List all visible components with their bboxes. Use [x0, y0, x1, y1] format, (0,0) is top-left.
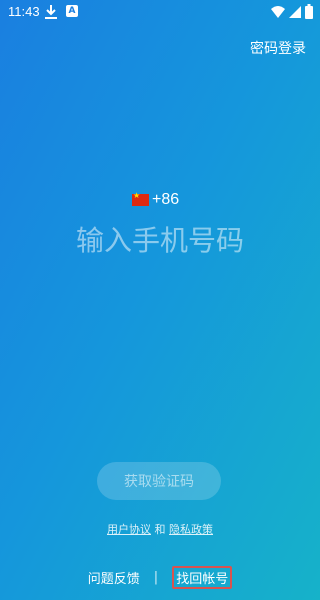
password-login-link[interactable]: 密码登录	[250, 38, 306, 58]
privacy-policy-link[interactable]: 隐私政策	[169, 523, 213, 536]
download-icon	[45, 5, 57, 19]
status-bar: 11:43 A	[0, 0, 320, 24]
battery-icon	[305, 4, 313, 19]
a-icon: A	[66, 5, 78, 17]
user-agreement-link[interactable]: 用户协议	[107, 523, 151, 536]
signal-icon	[289, 6, 301, 18]
feedback-link[interactable]: 问题反馈	[88, 568, 140, 587]
bottom-links: 问题反馈 | 找回帐号	[0, 566, 320, 589]
agreement-text: 用户协议 和 隐私政策	[0, 521, 320, 537]
country-code-selector[interactable]: +86	[132, 190, 179, 210]
get-verification-code-button[interactable]: 获取验证码	[97, 462, 221, 500]
agreement-and: 和	[154, 523, 166, 536]
china-flag-icon	[132, 191, 149, 206]
separator: |	[153, 570, 159, 585]
country-code: +86	[152, 191, 180, 208]
status-time: 11:43	[8, 4, 40, 19]
phone-number-input[interactable]	[20, 220, 300, 260]
recover-account-link[interactable]: 找回帐号	[172, 566, 233, 589]
wifi-icon	[271, 6, 285, 18]
